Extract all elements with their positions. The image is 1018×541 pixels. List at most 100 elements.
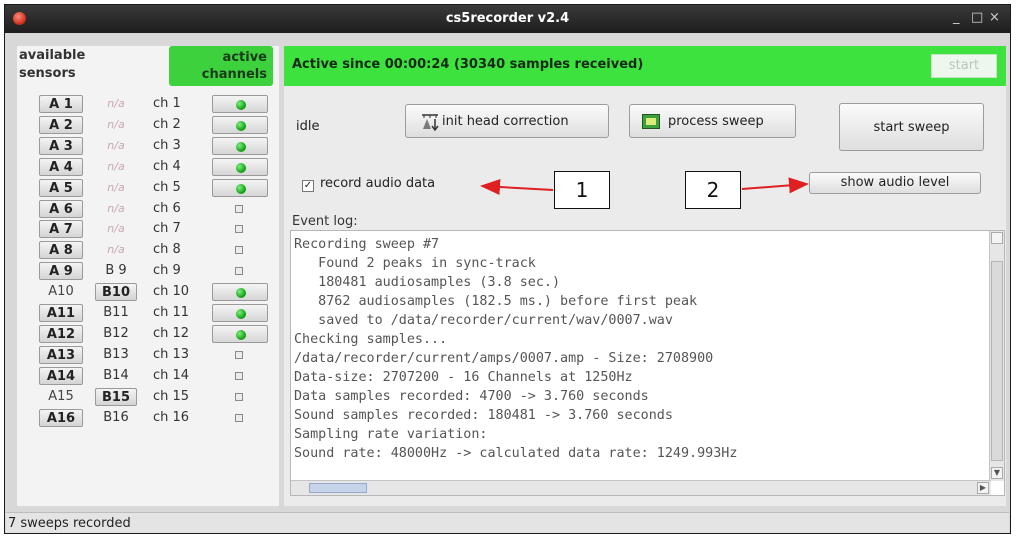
channel-toggle-button[interactable] bbox=[212, 409, 268, 427]
app-window: cs5recorder v2.4 _ □ × available sensors… bbox=[4, 4, 1011, 534]
vertical-scroll-thumb[interactable] bbox=[991, 261, 1003, 461]
channel-toggle-button[interactable] bbox=[212, 304, 268, 322]
sensor-b-button[interactable]: B15 bbox=[95, 387, 137, 406]
scroll-right-icon[interactable]: ▶ bbox=[977, 482, 989, 494]
channel-toggle-button[interactable] bbox=[212, 115, 268, 134]
sensor-b-button: n/a bbox=[107, 97, 125, 110]
sensor-a-button[interactable]: A10 bbox=[39, 283, 83, 301]
sensor-a-button[interactable]: A15 bbox=[39, 388, 83, 406]
inactive-led-icon bbox=[235, 413, 243, 422]
channel-toggle-button[interactable] bbox=[212, 220, 268, 238]
sensor-b-button[interactable]: B14 bbox=[95, 367, 137, 385]
active-led-icon bbox=[236, 162, 246, 173]
inactive-led-icon bbox=[235, 204, 243, 213]
start-sweep-button[interactable]: start sweep bbox=[839, 103, 984, 151]
sensor-row: A 6 n/a ch 6 bbox=[17, 199, 279, 219]
sensor-row: A 5 n/a ch 5 bbox=[17, 178, 279, 198]
start-button[interactable]: start bbox=[931, 54, 997, 78]
horizontal-scroll-thumb[interactable] bbox=[309, 483, 367, 493]
channel-toggle-button[interactable] bbox=[212, 136, 268, 155]
channel-toggle-button[interactable] bbox=[212, 178, 268, 197]
main-panel: Active since 00:00:24 (30340 samples rec… bbox=[284, 46, 1006, 506]
event-log-label: Event log: bbox=[292, 214, 358, 229]
channel-toggle-button[interactable] bbox=[212, 241, 268, 259]
sensor-a-button[interactable]: A13 bbox=[39, 345, 83, 364]
channel-toggle-button[interactable] bbox=[212, 95, 268, 113]
channel-toggle-button[interactable] bbox=[212, 283, 268, 302]
log-line: Recording sweep #7 bbox=[294, 237, 440, 252]
log-line: Data-size: 2707200 - 16 Channels at 1250… bbox=[294, 370, 633, 385]
head-correction-icon bbox=[422, 114, 439, 131]
log-line: Found 2 peaks in sync-track bbox=[294, 256, 536, 271]
process-sweep-button[interactable]: process sweep bbox=[629, 104, 796, 138]
sensor-a-button[interactable]: A16 bbox=[39, 408, 83, 427]
sensor-a-button[interactable]: A 4 bbox=[39, 157, 83, 176]
log-line: 180481 audiosamples (3.8 sec.) bbox=[294, 275, 561, 290]
status-bar: 7 sweeps recorded bbox=[6, 512, 1009, 533]
close-icon[interactable]: × bbox=[989, 10, 1000, 25]
sensor-b-button[interactable]: B13 bbox=[95, 346, 137, 364]
window-title: cs5recorder v2.4 bbox=[445, 11, 570, 26]
channel-toggle-button[interactable] bbox=[212, 367, 268, 385]
sensor-a-button[interactable]: A 3 bbox=[39, 136, 83, 155]
sensor-a-button[interactable]: A12 bbox=[39, 324, 83, 343]
channel-toggle-button[interactable] bbox=[212, 346, 268, 364]
sensor-b-button: n/a bbox=[107, 180, 125, 194]
channel-toggle-button[interactable] bbox=[212, 324, 268, 343]
sensor-row: A 2 n/a ch 2 bbox=[17, 115, 279, 135]
scroll-down-icon[interactable]: ▼ bbox=[991, 467, 1003, 479]
channel-label: ch 15 bbox=[153, 388, 190, 404]
sensor-a-button[interactable]: A14 bbox=[39, 366, 83, 385]
sensor-row: A15 B15 ch 15 bbox=[17, 387, 279, 407]
sensor-a-button[interactable]: A 1 bbox=[39, 95, 83, 113]
active-led-icon bbox=[236, 309, 246, 319]
process-sweep-icon bbox=[642, 114, 660, 129]
init-head-correction-button[interactable]: init head correction bbox=[405, 104, 609, 138]
active-led-icon bbox=[236, 329, 246, 340]
checkbox-check-icon[interactable]: ✓ bbox=[302, 180, 314, 192]
sensor-row: A12 B12 ch 12 bbox=[17, 324, 279, 344]
show-audio-level-button[interactable]: show audio level bbox=[809, 172, 981, 194]
status-banner: Active since 00:00:24 (30340 samples rec… bbox=[284, 46, 1006, 86]
status-banner-text: Active since 00:00:24 (30340 samples rec… bbox=[292, 57, 644, 72]
channel-toggle-button[interactable] bbox=[212, 200, 268, 218]
channel-label: ch 13 bbox=[153, 346, 190, 362]
channel-toggle-button[interactable] bbox=[212, 388, 268, 406]
inactive-led-icon bbox=[235, 225, 243, 234]
sensor-a-button[interactable]: A 2 bbox=[39, 115, 83, 134]
sensor-a-button[interactable]: A 5 bbox=[39, 178, 83, 197]
sensor-a-button[interactable]: A 9 bbox=[39, 262, 83, 281]
sensor-a-button[interactable]: A 6 bbox=[39, 199, 83, 218]
record-audio-checkbox[interactable]: ✓ record audio data bbox=[302, 176, 435, 192]
event-log[interactable]: Recording sweep #7 Found 2 peaks in sync… bbox=[290, 230, 1005, 496]
sensor-b-button[interactable]: B16 bbox=[95, 409, 137, 427]
channel-label: ch 12 bbox=[153, 325, 190, 341]
available-sensors-header: available sensors bbox=[19, 48, 86, 81]
channel-toggle-button[interactable] bbox=[212, 157, 268, 176]
sensor-b-button: n/a bbox=[107, 222, 125, 236]
sensor-row: A 9 B 9 ch 9 bbox=[17, 261, 279, 281]
sensor-b-button[interactable]: B12 bbox=[95, 325, 137, 343]
sensor-a-button[interactable]: A11 bbox=[39, 304, 83, 322]
log-line: 8762 audiosamples (182.5 ms.) before fir… bbox=[294, 294, 698, 309]
sensor-row: A13 B13 ch 13 bbox=[17, 345, 279, 365]
vertical-scrollbar[interactable]: ▼ bbox=[989, 231, 1004, 481]
sensor-b-button[interactable]: B11 bbox=[95, 304, 137, 322]
channel-toggle-button[interactable] bbox=[212, 262, 268, 280]
active-led-icon bbox=[236, 288, 246, 299]
sensor-b-button[interactable]: B10 bbox=[95, 283, 137, 302]
scroll-up-icon[interactable] bbox=[991, 232, 1003, 244]
sensor-row: A 1 n/a ch 1 bbox=[17, 94, 279, 114]
record-audio-label: record audio data bbox=[320, 176, 436, 191]
channel-label: ch 1 bbox=[153, 96, 181, 111]
init-head-correction-label: init head correction bbox=[442, 114, 569, 129]
sensor-b-button[interactable]: B 9 bbox=[95, 262, 137, 280]
title-bar[interactable]: cs5recorder v2.4 _ □ × bbox=[5, 5, 1010, 33]
horizontal-scrollbar[interactable]: ▶ bbox=[291, 480, 991, 495]
minimize-icon[interactable]: _ bbox=[953, 10, 960, 25]
sensor-a-button[interactable]: A 7 bbox=[39, 220, 83, 239]
maximize-icon[interactable]: □ bbox=[971, 10, 983, 25]
sensor-a-button[interactable]: A 8 bbox=[39, 241, 83, 260]
process-sweep-label: process sweep bbox=[668, 114, 764, 129]
channel-label: ch 16 bbox=[153, 409, 190, 425]
